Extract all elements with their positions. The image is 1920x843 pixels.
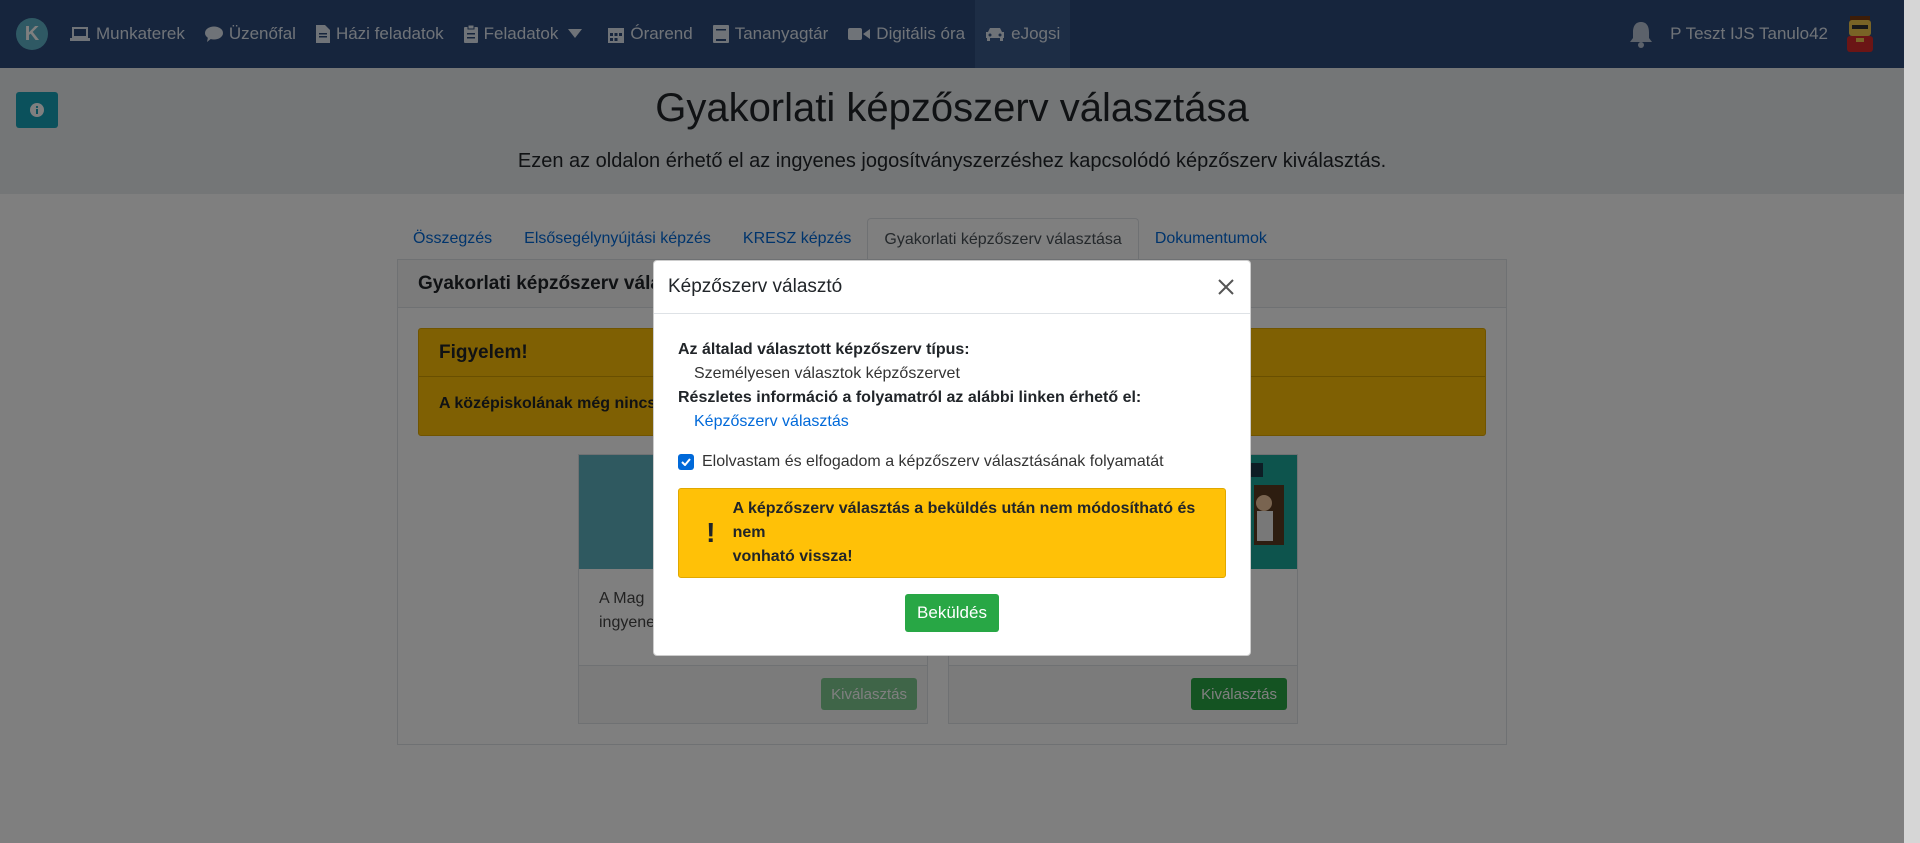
close-button[interactable]	[1216, 277, 1236, 297]
warning-text: A képzőszerv választás a beküldés után n…	[733, 497, 1225, 569]
modal-dialog: Képzőszerv választó Az általad választot…	[653, 260, 1251, 656]
warning-line: A képzőszerv választás a beküldés után n…	[732, 500, 1196, 541]
info-link[interactable]: Képzőszerv választás	[678, 410, 1226, 434]
accept-checkbox[interactable]	[678, 454, 694, 470]
check-icon	[681, 458, 691, 466]
exclamation-icon: !	[706, 517, 716, 548]
submit-button[interactable]: Beküldés	[905, 594, 999, 632]
accept-checkbox-label[interactable]: Elolvastam és elfogadom a képzőszerv vál…	[702, 450, 1164, 474]
type-label: Az általad választott képzőszerv típus:	[678, 341, 970, 358]
accept-checkbox-row[interactable]: Elolvastam és elfogadom a képzőszerv vál…	[678, 450, 1226, 474]
close-icon	[1218, 279, 1234, 295]
submit-warning: ! A képzőszerv választás a beküldés után…	[678, 488, 1226, 578]
modal-title: Képzőszerv választó	[668, 276, 843, 297]
warning-line: vonható vissza!	[732, 548, 853, 565]
modal-body: Az általad választott képzőszerv típus: …	[654, 314, 1250, 656]
info-label: Részletes információ a folyamatról az al…	[678, 389, 1142, 406]
modal-header: Képzőszerv választó	[654, 261, 1250, 314]
type-value: Személyesen választok képzőszervet	[694, 365, 960, 382]
scrollbar[interactable]	[1904, 0, 1920, 843]
